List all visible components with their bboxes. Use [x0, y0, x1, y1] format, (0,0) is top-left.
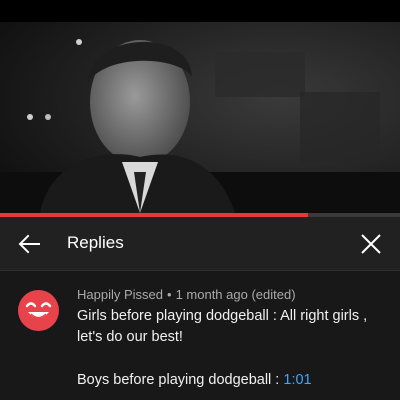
status-bar: [0, 0, 400, 22]
close-button[interactable]: [356, 229, 386, 259]
comment-text-line2: Boys before playing dodgeball : 1:01: [77, 370, 312, 391]
smiling-face-icon: [25, 302, 52, 319]
meta-separator: •: [167, 287, 172, 302]
timestamp-link[interactable]: 1:01: [283, 372, 311, 388]
comment-time: 1 month ago (edited): [175, 287, 296, 302]
avatar[interactable]: [18, 290, 59, 331]
arrow-left-icon: [18, 234, 40, 254]
page-title: Replies: [67, 233, 124, 252]
comment-author[interactable]: Happily Pissed: [77, 287, 163, 302]
comment-meta: Happily Pissed • 1 month ago (edited): [77, 287, 296, 303]
replies-header: Replies: [0, 217, 400, 271]
comment-item: Happily Pissed • 1 month ago (edited) Girl…: [0, 272, 400, 400]
video-frame: [0, 22, 400, 213]
video-player[interactable]: [0, 22, 400, 213]
close-icon: [361, 234, 381, 254]
comment-text-line2-prefix: Boys before playing dodgeball :: [77, 372, 284, 388]
back-button[interactable]: [14, 229, 44, 259]
comment-text-line1: Girls before playing dodgeball : All rig…: [77, 308, 368, 345]
